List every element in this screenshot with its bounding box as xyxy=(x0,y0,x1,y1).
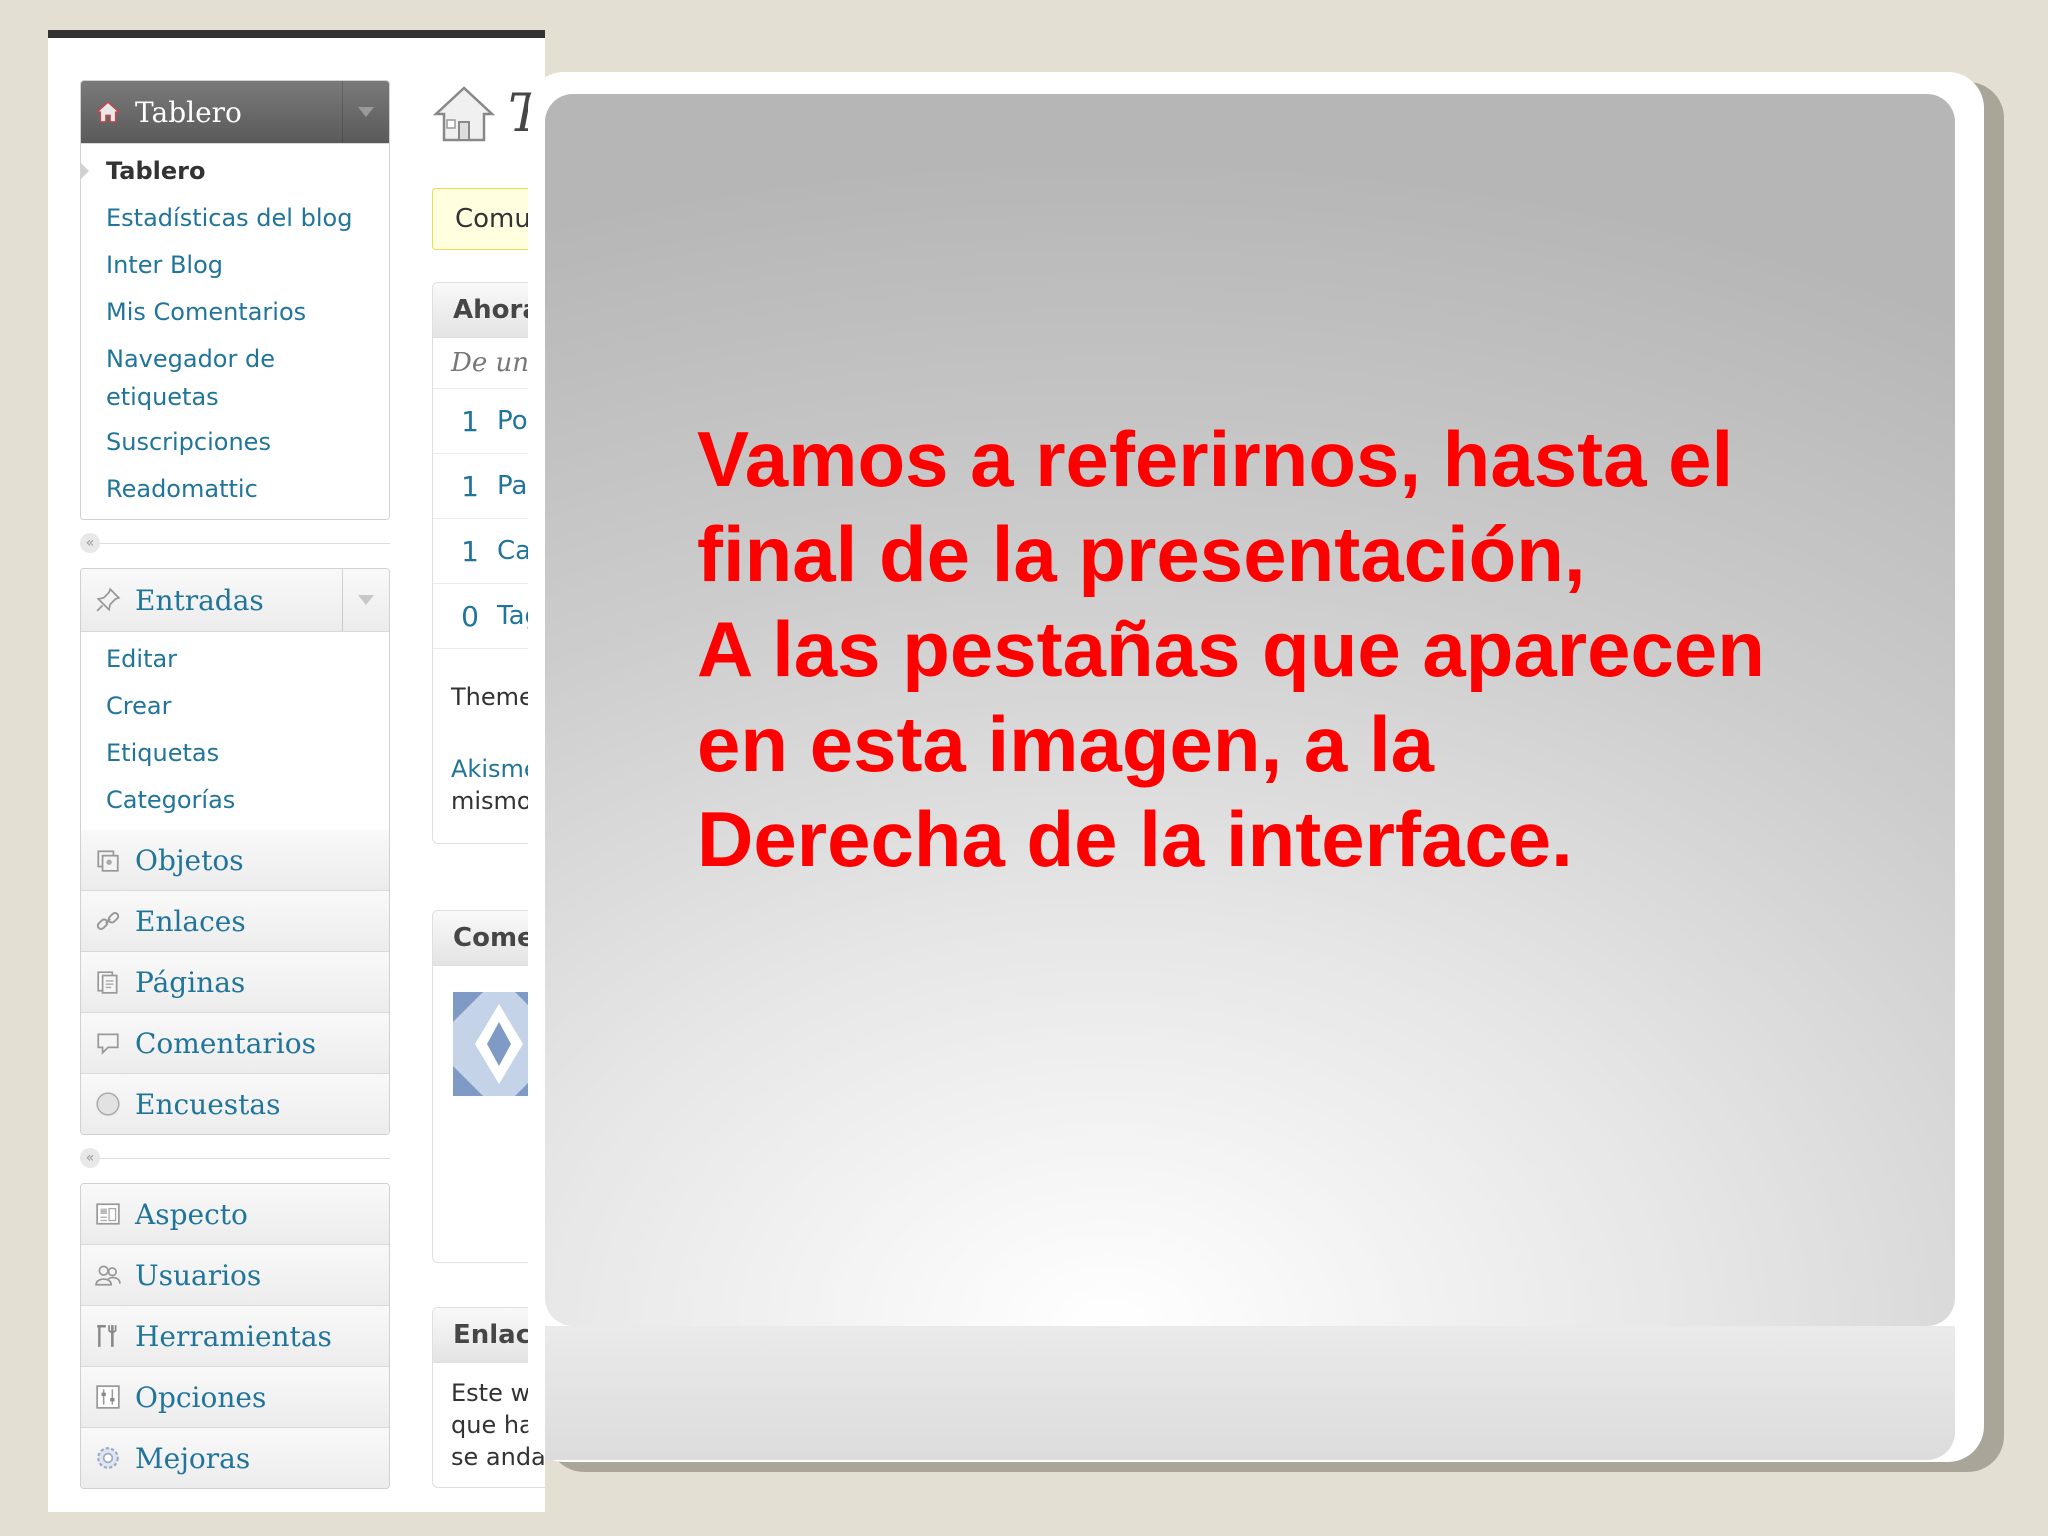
home-icon xyxy=(93,97,123,127)
pushpin-icon xyxy=(93,585,123,615)
menu-aspecto-label: Aspecto xyxy=(135,1197,248,1231)
menu-separator: « xyxy=(80,520,390,568)
menu-herramientas-label: Herramientas xyxy=(135,1319,332,1353)
media-icon xyxy=(93,845,123,875)
submenu-item-navegador[interactable]: Navegador de etiquetas xyxy=(81,336,389,413)
slide-text-line: Vamos a referirnos, hasta el xyxy=(697,415,1734,503)
submenu-item-suscripciones[interactable]: Suscripciones xyxy=(81,419,389,466)
stat-count: 1 xyxy=(461,534,479,568)
menu-dashboard-label: Tablero xyxy=(135,95,242,129)
chevron-down-icon[interactable] xyxy=(342,81,389,143)
submenu-item-readomattic[interactable]: Readomattic xyxy=(81,466,389,513)
gear-icon xyxy=(93,1443,123,1473)
menu-paginas-label: Páginas xyxy=(135,965,246,999)
submenu-item-inter-blog[interactable]: Inter Blog xyxy=(81,242,389,289)
menu-group-content: Entradas Editar Crear Etiquetas Categorí… xyxy=(80,568,390,1135)
slide-body-text: Vamos a referirnos, hasta el final de la… xyxy=(697,412,1877,887)
admin-sidebar: Tablero Tablero Estadísticas del blog In… xyxy=(80,80,390,1489)
home-large-icon xyxy=(432,86,496,142)
menu-mejoras-label: Mejoras xyxy=(135,1441,251,1475)
menu-dashboard[interactable]: Tablero xyxy=(81,81,389,144)
menu-objetos-label: Objetos xyxy=(135,843,244,877)
slide-footer-band xyxy=(545,1326,1955,1460)
submenu-item-navegador-line2: etiquetas xyxy=(106,383,219,411)
menu-entradas[interactable]: Entradas xyxy=(81,569,389,632)
menu-aspecto[interactable]: Aspecto xyxy=(81,1184,389,1245)
menu-encuestas-label: Encuestas xyxy=(135,1087,281,1121)
stat-count: 1 xyxy=(461,404,479,438)
submenu-item-navegador-line1: Navegador de xyxy=(106,345,275,373)
menu-comentarios[interactable]: Comentarios xyxy=(81,1013,389,1074)
chevron-down-icon[interactable] xyxy=(342,569,389,631)
dashboard-submenu: Tablero Estadísticas del blog Inter Blog… xyxy=(81,144,389,519)
collapse-menu-button[interactable]: « xyxy=(80,1148,100,1168)
comment-bubble-icon xyxy=(93,1028,123,1058)
menu-opciones-label: Opciones xyxy=(135,1380,267,1414)
menu-herramientas[interactable]: Herramientas xyxy=(81,1306,389,1367)
submenu-item-mis-comentarios[interactable]: Mis Comentarios xyxy=(81,289,389,336)
submenu-item-editar[interactable]: Editar xyxy=(81,636,389,683)
pages-icon xyxy=(93,967,123,997)
link-icon xyxy=(93,906,123,936)
appearance-icon xyxy=(93,1199,123,1229)
tools-icon xyxy=(93,1321,123,1351)
poll-circle-icon xyxy=(93,1089,123,1119)
menu-enlaces[interactable]: Enlaces xyxy=(81,891,389,952)
menu-mejoras[interactable]: Mejoras xyxy=(81,1428,389,1488)
menu-encuestas[interactable]: Encuestas xyxy=(81,1074,389,1134)
slide-text-line: A las pestañas que aparecen xyxy=(697,605,1765,693)
slide-text-line: final de la presentación, xyxy=(697,510,1586,598)
menu-usuarios[interactable]: Usuarios xyxy=(81,1245,389,1306)
menu-objetos[interactable]: Objetos xyxy=(81,830,389,891)
stat-count: 1 xyxy=(461,469,479,503)
submenu-item-categorias[interactable]: Categorías xyxy=(81,777,389,824)
links-text-line: se anda xyxy=(451,1443,545,1471)
wordpress-screenshot: Tablero Tablero Estadísticas del blog In… xyxy=(48,30,545,1512)
menu-separator: « xyxy=(80,1135,390,1183)
menu-enlaces-label: Enlaces xyxy=(135,904,246,938)
submenu-item-estadisticas[interactable]: Estadísticas del blog xyxy=(81,195,389,242)
slide-text-line: en esta imagen, a la xyxy=(697,700,1435,788)
stat-count: 0 xyxy=(461,599,479,633)
submenu-item-crear[interactable]: Crear xyxy=(81,683,389,730)
menu-opciones[interactable]: Opciones xyxy=(81,1367,389,1428)
menu-group-settings: Aspecto Usuarios Herramientas Opciones M… xyxy=(80,1183,390,1489)
settings-sliders-icon xyxy=(93,1382,123,1412)
menu-comentarios-label: Comentarios xyxy=(135,1026,316,1060)
menu-usuarios-label: Usuarios xyxy=(135,1258,262,1292)
collapse-menu-button[interactable]: « xyxy=(80,533,100,553)
submenu-item-etiquetas[interactable]: Etiquetas xyxy=(81,730,389,777)
menu-paginas[interactable]: Páginas xyxy=(81,952,389,1013)
menu-entradas-label: Entradas xyxy=(135,583,264,617)
users-icon xyxy=(93,1260,123,1290)
slide-text-line: Derecha de la interface. xyxy=(697,795,1573,883)
submenu-item-tablero[interactable]: Tablero xyxy=(81,148,389,195)
posts-submenu: Editar Crear Etiquetas Categorías xyxy=(81,632,389,830)
menu-group-dashboard: Tablero Tablero Estadísticas del blog In… xyxy=(80,80,390,520)
